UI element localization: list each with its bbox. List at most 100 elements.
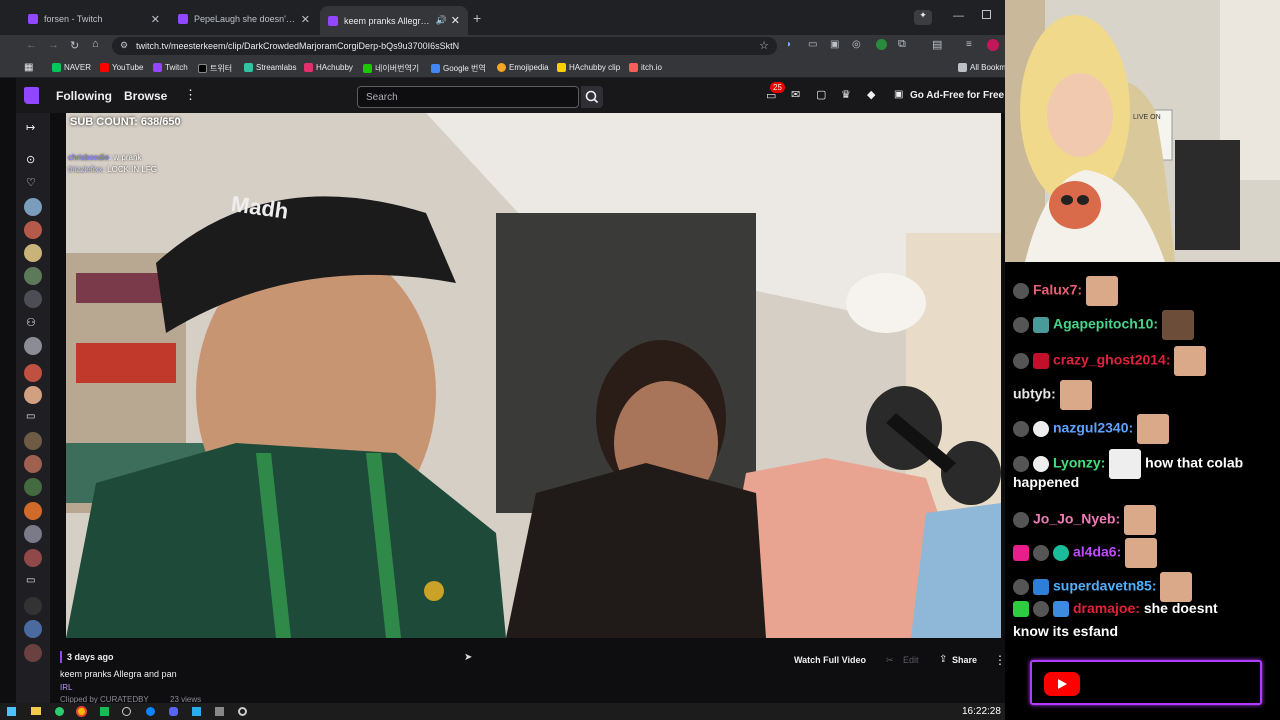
app-icon[interactable] (55, 707, 64, 716)
app-icon[interactable] (100, 707, 109, 716)
ad-free-button[interactable]: Go Ad-Free for Free (910, 90, 1004, 101)
folder-icon (958, 63, 967, 72)
avatar[interactable] (24, 432, 42, 450)
avatar[interactable] (24, 267, 42, 285)
bookmark-twitch[interactable]: Twitch (153, 63, 188, 72)
avatar[interactable] (24, 198, 42, 216)
avatar[interactable] (24, 620, 42, 638)
nav-browse[interactable]: Browse (124, 89, 167, 103)
bookmark-streamlabs[interactable]: Streamlabs (244, 63, 296, 72)
more-vertical-icon[interactable]: ⋮ (184, 87, 197, 103)
avatar[interactable] (24, 364, 42, 382)
windows-start-icon[interactable] (7, 707, 16, 716)
category-icon[interactable]: ⚇ (26, 316, 36, 329)
close-tab-icon[interactable]: ✕ (151, 13, 160, 26)
bookmark-star-icon[interactable]: ☆ (759, 39, 769, 52)
file-explorer-icon[interactable] (31, 707, 41, 715)
bookmark-itchio[interactable]: itch.io (629, 63, 662, 72)
emote-icon (1161, 310, 1194, 340)
speaker-icon[interactable]: 🔊 (436, 15, 447, 26)
bits-icon[interactable]: ◆ (867, 88, 875, 101)
discord-icon[interactable] (169, 707, 178, 716)
cast-icon[interactable]: ▭ (808, 39, 817, 50)
app-icon[interactable] (238, 707, 247, 716)
expand-sidebar-icon[interactable]: ↦ (26, 121, 35, 134)
tab-forsen[interactable]: forsen - Twitch ✕ (20, 6, 168, 32)
avatar[interactable] (24, 478, 42, 496)
forward-icon[interactable]: → (48, 39, 59, 51)
extension-icon[interactable]: ▣ (830, 39, 839, 50)
bookmark-twitter[interactable]: 트위터 (198, 63, 232, 74)
nav-following[interactable]: Following (56, 89, 112, 103)
overlay-chat-user: chrisboodie (68, 153, 109, 162)
back-icon[interactable]: ← (26, 39, 37, 51)
tab-pepelaugh[interactable]: PepeLaugh she doesn't know - ✕ (170, 6, 318, 32)
app-icon[interactable] (215, 707, 224, 716)
video-icon[interactable]: ▭ (26, 411, 35, 422)
clip-video-player[interactable]: SUB COUNT: 638/650 chrisboodie: w prank … (66, 113, 1001, 638)
followed-heart-icon[interactable]: ♡ (26, 176, 36, 189)
video-icon[interactable]: ▭ (26, 575, 35, 586)
extension-icon[interactable]: ◗ (786, 39, 792, 50)
home-icon[interactable]: ⌂ (92, 38, 99, 50)
clip-category[interactable]: IRL (60, 683, 72, 692)
site-info-icon[interactable]: ⚙ (120, 40, 128, 51)
whispers-icon[interactable]: ✉ (791, 88, 800, 101)
crown-icon[interactable]: ♛ (841, 88, 851, 101)
twitch-logo-icon[interactable] (24, 87, 39, 104)
extension-icon[interactable]: ◎ (852, 39, 861, 50)
ai-assist-icon[interactable]: ✦ (914, 10, 932, 25)
avatar[interactable] (24, 525, 42, 543)
avatar[interactable] (24, 644, 42, 662)
chat-bubble-icon[interactable]: ▢ (816, 88, 826, 101)
edit-button[interactable]: Edit (903, 655, 919, 665)
obs-icon[interactable] (122, 707, 131, 716)
video-frame (66, 113, 1001, 638)
windows-taskbar: 16:22:28 (0, 703, 1005, 720)
chat-message: nazgul2340: (1013, 414, 1170, 444)
maximize-icon[interactable] (982, 10, 991, 19)
webcam-frame (1005, 0, 1280, 262)
streamlabs-icon (244, 63, 253, 72)
extension-icon[interactable] (876, 39, 887, 50)
recommended-icon[interactable]: ⊙ (26, 153, 35, 166)
search-input[interactable]: Search (357, 86, 579, 108)
avatar[interactable] (24, 244, 42, 262)
chrome-icon[interactable] (76, 706, 87, 717)
profile-avatar[interactable] (987, 39, 999, 51)
url-field[interactable]: ⚙ twitch.tv/meesterkeem/clip/DarkCrowded… (112, 37, 777, 55)
bookmark-youtube[interactable]: YouTube (100, 63, 143, 72)
avatar[interactable] (24, 221, 42, 239)
avatar[interactable] (24, 549, 42, 567)
all-bookmarks[interactable]: All Bookm (958, 63, 1006, 72)
apps-grid-icon[interactable]: ▦ (24, 62, 33, 73)
avatar[interactable] (24, 386, 42, 404)
bookmark-google-translate[interactable]: Google 번역 (431, 63, 486, 74)
new-tab-button[interactable]: + (473, 10, 481, 26)
puzzle-extensions-icon[interactable]: ⧉ (898, 38, 906, 51)
side-panel-icon[interactable]: ▤ (932, 38, 942, 51)
bookmark-papago[interactable]: 네이버번역기 (363, 63, 419, 74)
avatar[interactable] (24, 455, 42, 473)
close-tab-icon[interactable]: ✕ (451, 14, 460, 27)
telegram-icon[interactable] (192, 707, 201, 716)
bookmark-hachubby[interactable]: HAchubby (304, 63, 353, 72)
search-button[interactable] (581, 86, 603, 108)
chat-username: superdavetn85: (1053, 577, 1157, 594)
watch-full-video-button[interactable]: Watch Full Video (788, 651, 872, 671)
avatar[interactable] (24, 597, 42, 615)
share-button[interactable]: Share (952, 655, 977, 665)
avatar[interactable] (24, 290, 42, 308)
bookmark-emojipedia[interactable]: Emojipedia (497, 63, 549, 72)
menu-icon[interactable]: ≡ (966, 39, 972, 50)
app-icon[interactable] (146, 707, 155, 716)
tab-keem-pranks[interactable]: keem pranks Allegra and pa 🔊 ✕ (320, 6, 468, 35)
avatar[interactable] (24, 337, 42, 355)
avatar[interactable] (24, 502, 42, 520)
reload-icon[interactable]: ↻ (70, 39, 79, 52)
bookmark-hachubby-clip[interactable]: HAchubby clip (557, 63, 620, 72)
mouse-cursor-icon: ➤ (464, 652, 473, 663)
bookmark-naver[interactable]: NAVER (52, 63, 91, 72)
minimize-icon[interactable]: — (953, 10, 964, 22)
close-tab-icon[interactable]: ✕ (301, 13, 310, 26)
